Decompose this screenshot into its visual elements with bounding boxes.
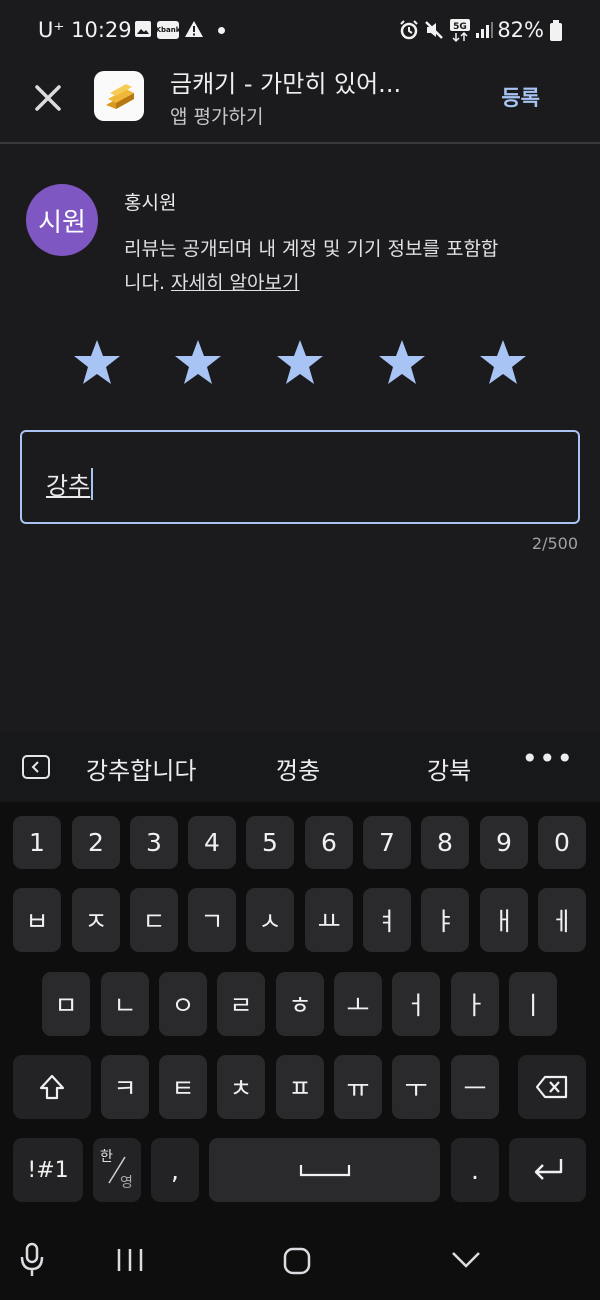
avatar: 시원 bbox=[26, 184, 98, 256]
symbols-key[interactable]: !#1 bbox=[13, 1138, 83, 1202]
review-input[interactable]: 강추 bbox=[20, 430, 580, 524]
suggestion-1[interactable]: 강추합니다 bbox=[86, 751, 196, 786]
key-5[interactable]: 5 bbox=[246, 816, 294, 869]
post-button[interactable]: 등록 bbox=[501, 82, 540, 112]
language-hangul-label: 한 bbox=[100, 1149, 113, 1165]
shift-icon bbox=[39, 1074, 65, 1100]
star-5-icon[interactable] bbox=[479, 338, 527, 386]
user-name: 홍시원 bbox=[124, 192, 177, 214]
app-icon bbox=[94, 71, 144, 121]
key-b[interactable]: ㅂ bbox=[13, 888, 61, 952]
review-text: 강추 bbox=[46, 466, 94, 501]
key-r[interactable]: ㄹ bbox=[217, 972, 265, 1036]
key-a[interactable]: ㅏ bbox=[451, 972, 499, 1036]
key-7[interactable]: 7 bbox=[363, 816, 411, 869]
more-options-icon[interactable]: ••• bbox=[521, 742, 574, 775]
key-4[interactable]: 4 bbox=[188, 816, 236, 869]
close-icon[interactable] bbox=[28, 78, 68, 118]
alarm-icon bbox=[400, 20, 418, 40]
backspace-icon bbox=[535, 1075, 568, 1099]
space-key[interactable] bbox=[209, 1138, 440, 1202]
key-e[interactable]: ㅔ bbox=[538, 888, 586, 952]
app-title: 금캐기 - 가만히 있어... bbox=[170, 70, 402, 98]
key-ch[interactable]: ㅊ bbox=[217, 1055, 265, 1119]
mute-icon bbox=[425, 21, 443, 39]
key-eo[interactable]: ㅓ bbox=[392, 972, 440, 1036]
comma-key[interactable]: , bbox=[151, 1138, 199, 1202]
star-4-icon[interactable] bbox=[378, 338, 426, 386]
key-ng[interactable]: ㅇ bbox=[159, 972, 207, 1036]
char-counter: 2/500 bbox=[531, 534, 578, 553]
home-icon[interactable] bbox=[283, 1247, 311, 1275]
key-9[interactable]: 9 bbox=[480, 816, 528, 869]
key-j[interactable]: ㅈ bbox=[72, 888, 120, 952]
key-yeo[interactable]: ㅕ bbox=[363, 888, 411, 952]
key-g[interactable]: ㄱ bbox=[188, 888, 236, 952]
key-k[interactable]: ㅋ bbox=[101, 1055, 149, 1119]
key-yu[interactable]: ㅠ bbox=[334, 1055, 382, 1119]
key-p[interactable]: ㅍ bbox=[276, 1055, 324, 1119]
key-8[interactable]: 8 bbox=[421, 816, 469, 869]
key-u[interactable]: ㅜ bbox=[392, 1055, 440, 1119]
star-rating bbox=[0, 338, 600, 398]
key-m[interactable]: ㅁ bbox=[42, 972, 90, 1036]
space-icon bbox=[299, 1165, 350, 1177]
star-2-icon[interactable] bbox=[174, 338, 222, 386]
recent-apps-icon[interactable] bbox=[115, 1247, 145, 1273]
key-s[interactable]: ㅅ bbox=[246, 888, 294, 952]
key-yo[interactable]: ㅛ bbox=[305, 888, 353, 952]
shift-key[interactable] bbox=[13, 1055, 91, 1119]
key-0[interactable]: 0 bbox=[538, 816, 586, 869]
key-h[interactable]: ㅎ bbox=[276, 972, 324, 1036]
battery-percent: 82% bbox=[497, 18, 544, 42]
navigation-bar bbox=[0, 1222, 600, 1300]
page-subtitle: 앱 평가하기 bbox=[170, 106, 264, 128]
status-bar: U⁺ 10:29 Kbank 5G 82% bbox=[0, 0, 600, 62]
star-1-icon[interactable] bbox=[73, 338, 121, 386]
enter-key[interactable] bbox=[509, 1138, 586, 1202]
key-1[interactable]: 1 bbox=[13, 816, 61, 869]
suggestion-bar: 강추합니다 껑충 강북 ••• bbox=[0, 732, 600, 802]
language-english-label: 영 bbox=[120, 1175, 133, 1191]
review-text-committed: 강 bbox=[46, 472, 69, 500]
key-i[interactable]: ㅣ bbox=[509, 972, 557, 1036]
suggestion-2[interactable]: 껑충 bbox=[276, 751, 320, 786]
key-3[interactable]: 3 bbox=[130, 816, 178, 869]
key-o[interactable]: ㅗ bbox=[334, 972, 382, 1036]
dot-icon bbox=[218, 27, 225, 34]
period-key[interactable]: . bbox=[451, 1138, 499, 1202]
microphone-icon[interactable] bbox=[19, 1242, 45, 1278]
key-t[interactable]: ㅌ bbox=[159, 1055, 207, 1119]
key-6[interactable]: 6 bbox=[305, 816, 353, 869]
key-d[interactable]: ㄷ bbox=[130, 888, 178, 952]
app-bar: 금캐기 - 가만히 있어... 앱 평가하기 등록 bbox=[0, 62, 600, 144]
keyboard: 1 2 3 4 5 6 7 8 9 0 ㅂ ㅈ ㄷ ㄱ ㅅ ㅛ ㅕ ㅑ ㅐ ㅔ … bbox=[0, 802, 600, 1222]
star-3-icon[interactable] bbox=[276, 338, 324, 386]
status-time: U⁺ 10:29 bbox=[38, 18, 132, 42]
learn-more-link[interactable]: 자세히 알아보기 bbox=[171, 272, 299, 294]
privacy-notice: 리뷰는 공개되며 내 계정 및 기기 정보를 포함합니다. 자세히 알아보기 bbox=[124, 232, 504, 300]
5g-icon: 5G bbox=[450, 19, 470, 43]
key-n[interactable]: ㄴ bbox=[101, 972, 149, 1036]
key-ya[interactable]: ㅑ bbox=[421, 888, 469, 952]
key-2[interactable]: 2 bbox=[72, 816, 120, 869]
backspace-key[interactable] bbox=[518, 1055, 586, 1119]
signal-icon bbox=[476, 22, 493, 38]
toolbar-toggle-icon[interactable] bbox=[22, 755, 50, 779]
gallery-icon bbox=[135, 21, 151, 37]
text-caret bbox=[91, 468, 94, 500]
battery-icon bbox=[550, 20, 562, 41]
chevron-down-icon[interactable] bbox=[451, 1251, 481, 1269]
svg-text:5G: 5G bbox=[453, 22, 467, 32]
key-eu[interactable]: ㅡ bbox=[451, 1055, 499, 1119]
key-ae[interactable]: ㅐ bbox=[480, 888, 528, 952]
language-key[interactable]: 한 영 bbox=[93, 1138, 141, 1202]
kbank-icon: Kbank bbox=[156, 21, 180, 39]
review-text-composing: 추 bbox=[68, 472, 91, 500]
warning-icon bbox=[185, 21, 203, 37]
suggestion-3[interactable]: 강북 bbox=[427, 751, 471, 786]
enter-icon bbox=[534, 1159, 562, 1180]
